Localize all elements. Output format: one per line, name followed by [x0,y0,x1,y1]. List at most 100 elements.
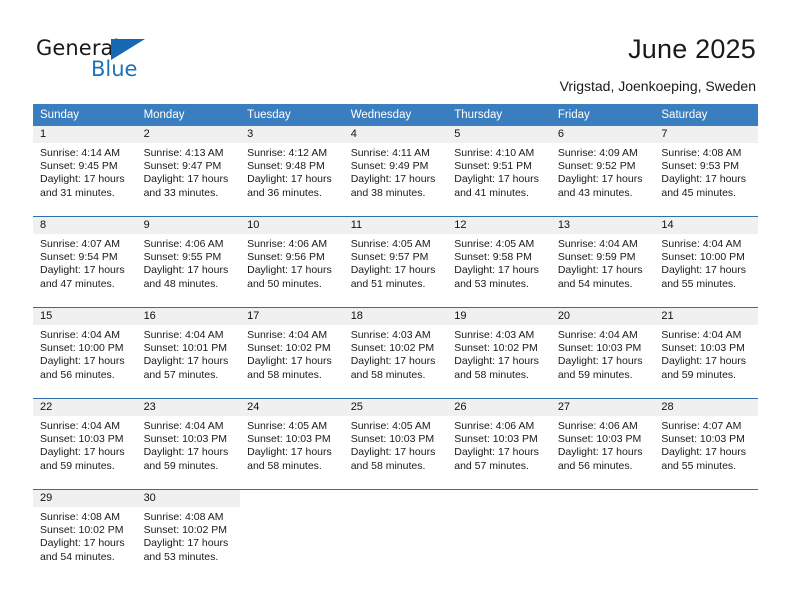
month-calendar-table: Sunday Monday Tuesday Wednesday Thursday… [33,104,758,580]
sunrise-text: Sunrise: 4:04 AM [557,238,638,250]
calendar-day-cell[interactable]: 2 Sunrise: 4:13 AM Sunset: 9:47 PM Daylight… [136,126,241,217]
calendar-day-cell[interactable]: 6 Sunrise: 4:09 AM Sunset: 9:52 PM Daylight… [550,126,655,217]
general-blue-logo[interactable]: General Blue [36,36,166,84]
day-sun-info: Sunrise: 4:05 AM Sunset: 9:57 PM Daylight:… [344,234,448,291]
sunrise-text: Sunrise: 4:04 AM [661,238,742,250]
calendar-day-cell[interactable]: 24 Sunrise: 4:05 AM Sunset: 10:03 PM Daylig… [240,398,344,490]
daylight-text: Daylight: 17 hours and 59 minutes. [143,446,229,472]
daylight-text: Daylight: 17 hours and 36 minutes. [247,173,332,199]
calendar-day-cell[interactable]: 30 Sunrise: 4:08 AM Sunset: 10:02 PM Daylig… [136,489,241,580]
calendar-day-cell [654,489,758,580]
daylight-text: Daylight: 17 hours and 41 minutes. [454,173,539,199]
day-sun-info: Sunrise: 4:07 AM Sunset: 9:54 PM Daylight:… [33,234,137,291]
day-number [240,490,344,507]
calendar-day-cell[interactable]: 18 Sunrise: 4:03 AM Sunset: 10:02 PM Daylig… [343,307,448,399]
calendar-day-cell[interactable]: 8 Sunrise: 4:07 AM Sunset: 9:54 PM Daylight… [33,216,137,308]
calendar-day-cell[interactable]: 5 Sunrise: 4:10 AM Sunset: 9:51 PM Daylight… [447,126,551,217]
daylight-text: Daylight: 17 hours and 45 minutes. [661,173,747,199]
day-sun-info: Sunrise: 4:04 AM Sunset: 10:00 PM Daylight… [33,325,137,382]
day-sun-info: Sunrise: 4:08 AM Sunset: 10:02 PM Daylight… [137,507,241,564]
calendar-week-row: 22 Sunrise: 4:04 AM Sunset: 10:03 PM Daylig… [33,398,758,490]
day-cell-inner: 4 Sunrise: 4:11 AM Sunset: 9:49 PM Daylight… [343,126,448,216]
calendar-day-cell[interactable]: 27 Sunrise: 4:06 AM Sunset: 10:03 PM Daylig… [550,398,655,490]
day-cell-inner: 13 Sunrise: 4:04 AM Sunset: 9:59 PM Dayligh… [550,217,655,307]
sunset-text: Sunset: 9:57 PM [350,251,429,264]
calendar-day-cell[interactable]: 16 Sunrise: 4:04 AM Sunset: 10:01 PM Daylig… [136,307,241,399]
day-cell-inner: 28 Sunrise: 4:07 AM Sunset: 10:03 PM Daylig… [654,399,758,489]
daylight-text: Daylight: 17 hours and 54 minutes. [557,264,643,290]
day-sun-info: Sunrise: 4:04 AM Sunset: 10:03 PM Daylight… [137,416,241,473]
sunrise-text: Sunrise: 4:08 AM [661,147,742,159]
day-cell-inner: 16 Sunrise: 4:04 AM Sunset: 10:01 PM Daylig… [136,308,241,398]
day-number: 11 [343,217,448,234]
calendar-day-cell[interactable]: 14 Sunrise: 4:04 AM Sunset: 10:00 PM Daylig… [654,216,758,308]
sunset-text: Sunset: 10:03 PM [454,433,538,446]
sunrise-text: Sunrise: 4:10 AM [454,147,535,159]
weekday-header-sunday: Sunday [33,104,137,126]
sunrise-text: Sunrise: 4:07 AM [40,238,120,250]
sunset-text: Sunset: 10:02 PM [143,524,228,537]
daylight-text: Daylight: 17 hours and 59 minutes. [661,355,747,381]
day-cell-inner: 20 Sunrise: 4:04 AM Sunset: 10:03 PM Daylig… [550,308,655,398]
daylight-text: Daylight: 17 hours and 53 minutes. [143,537,229,563]
calendar-day-cell[interactable]: 3 Sunrise: 4:12 AM Sunset: 9:48 PM Daylight… [240,126,344,217]
sunrise-text: Sunrise: 4:03 AM [350,329,431,341]
calendar-day-cell[interactable]: 13 Sunrise: 4:04 AM Sunset: 9:59 PM Dayligh… [550,216,655,308]
day-sun-info: Sunrise: 4:04 AM Sunset: 10:03 PM Daylight… [654,325,758,382]
day-sun-info: Sunrise: 4:06 AM Sunset: 9:56 PM Daylight:… [240,234,344,291]
sunrise-text: Sunrise: 4:04 AM [40,329,120,341]
calendar-day-cell[interactable]: 12 Sunrise: 4:05 AM Sunset: 9:58 PM Dayligh… [447,216,551,308]
day-cell-inner: 10 Sunrise: 4:06 AM Sunset: 9:56 PM Dayligh… [240,217,344,307]
sunset-text: Sunset: 9:53 PM [661,160,740,173]
calendar-day-cell[interactable]: 17 Sunrise: 4:04 AM Sunset: 10:02 PM Daylig… [240,307,344,399]
sunrise-text: Sunrise: 4:06 AM [557,420,638,432]
calendar-day-cell[interactable]: 4 Sunrise: 4:11 AM Sunset: 9:49 PM Daylight… [343,126,448,217]
calendar-day-cell[interactable]: 7 Sunrise: 4:08 AM Sunset: 9:53 PM Daylight… [654,126,758,217]
day-sun-info: Sunrise: 4:04 AM Sunset: 10:02 PM Daylight… [240,325,344,382]
calendar-day-cell[interactable]: 26 Sunrise: 4:06 AM Sunset: 10:03 PM Daylig… [447,398,551,490]
calendar-day-cell[interactable]: 10 Sunrise: 4:06 AM Sunset: 9:56 PM Dayligh… [240,216,344,308]
day-cell-inner: 30 Sunrise: 4:08 AM Sunset: 10:02 PM Daylig… [136,490,241,580]
sunrise-text: Sunrise: 4:08 AM [143,511,224,523]
calendar-day-cell[interactable]: 21 Sunrise: 4:04 AM Sunset: 10:03 PM Daylig… [654,307,758,399]
sunset-text: Sunset: 9:54 PM [40,251,118,264]
calendar-day-cell[interactable]: 25 Sunrise: 4:05 AM Sunset: 10:03 PM Daylig… [343,398,448,490]
sunset-text: Sunset: 9:45 PM [40,160,118,173]
sunset-text: Sunset: 10:03 PM [350,433,435,446]
calendar-day-cell[interactable]: 22 Sunrise: 4:04 AM Sunset: 10:03 PM Daylig… [33,398,137,490]
day-sun-info: Sunrise: 4:03 AM Sunset: 10:02 PM Daylight… [344,325,448,382]
day-cell-inner: 21 Sunrise: 4:04 AM Sunset: 10:03 PM Daylig… [654,308,758,398]
day-cell-inner: 17 Sunrise: 4:04 AM Sunset: 10:02 PM Daylig… [240,308,344,398]
day-cell-inner: 14 Sunrise: 4:04 AM Sunset: 10:00 PM Daylig… [654,217,758,307]
day-sun-info: Sunrise: 4:11 AM Sunset: 9:49 PM Daylight:… [344,143,448,200]
sunset-text: Sunset: 9:58 PM [454,251,532,264]
day-cell-inner: 1 Sunrise: 4:14 AM Sunset: 9:45 PM Daylight… [33,126,137,216]
daylight-text: Daylight: 17 hours and 33 minutes. [143,173,229,199]
calendar-day-cell[interactable]: 23 Sunrise: 4:04 AM Sunset: 10:03 PM Daylig… [136,398,241,490]
calendar-day-cell[interactable]: 20 Sunrise: 4:04 AM Sunset: 10:03 PM Daylig… [550,307,655,399]
sunrise-text: Sunrise: 4:04 AM [661,329,742,341]
daylight-text: Daylight: 17 hours and 54 minutes. [40,537,125,563]
sunrise-text: Sunrise: 4:05 AM [454,238,535,250]
calendar-day-cell[interactable]: 1 Sunrise: 4:14 AM Sunset: 9:45 PM Daylight… [33,126,137,217]
page-header: General Blue June 2025 Vrigstad, Joenkoe… [0,0,792,104]
daylight-text: Daylight: 17 hours and 55 minutes. [661,446,747,472]
sunset-text: Sunset: 10:03 PM [557,433,642,446]
day-number: 4 [343,126,448,143]
daylight-text: Daylight: 17 hours and 51 minutes. [350,264,436,290]
day-number: 24 [240,399,344,416]
sunrise-text: Sunrise: 4:06 AM [143,238,224,250]
calendar-day-cell[interactable]: 15 Sunrise: 4:04 AM Sunset: 10:00 PM Daylig… [33,307,137,399]
daylight-text: Daylight: 17 hours and 31 minutes. [40,173,125,199]
daylight-text: Daylight: 17 hours and 58 minutes. [247,355,332,381]
day-number: 26 [447,399,551,416]
day-sun-info: Sunrise: 4:06 AM Sunset: 10:03 PM Daylight… [447,416,551,473]
sunrise-text: Sunrise: 4:04 AM [557,329,638,341]
calendar-day-cell[interactable]: 29 Sunrise: 4:08 AM Sunset: 10:02 PM Daylig… [33,489,137,580]
calendar-day-cell[interactable]: 28 Sunrise: 4:07 AM Sunset: 10:03 PM Daylig… [654,398,758,490]
calendar-day-cell[interactable]: 9 Sunrise: 4:06 AM Sunset: 9:55 PM Daylight… [136,216,241,308]
sunset-text: Sunset: 10:00 PM [661,251,745,264]
calendar-day-cell[interactable]: 11 Sunrise: 4:05 AM Sunset: 9:57 PM Dayligh… [343,216,448,308]
day-sun-info: Sunrise: 4:05 AM Sunset: 10:03 PM Daylight… [240,416,344,473]
calendar-day-cell[interactable]: 19 Sunrise: 4:03 AM Sunset: 10:02 PM Daylig… [447,307,551,399]
